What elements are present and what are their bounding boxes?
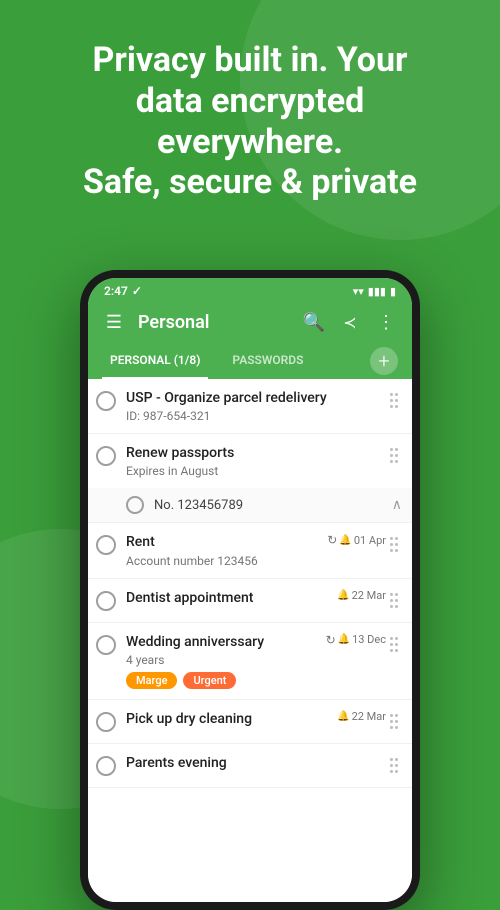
- item-body: USP - Organize parcel redelivery ID: 987…: [126, 389, 386, 423]
- tag-marge[interactable]: Marge: [126, 672, 177, 689]
- signal-icon: ▮▮▮: [368, 285, 386, 298]
- item-right: ↻ 🔔 01 Apr: [316, 533, 386, 547]
- search-icon[interactable]: 🔍: [302, 312, 326, 333]
- item-checkbox[interactable]: [96, 712, 116, 732]
- status-bar: 2:47 ✓ ▾▾ ▮▮▮ ▮: [88, 278, 412, 302]
- item-title: Dentist appointment: [126, 589, 316, 607]
- item-checkbox[interactable]: [96, 591, 116, 611]
- tag-row: Marge Urgent: [126, 672, 316, 689]
- bell-icon: 🔔: [337, 711, 349, 722]
- item-right: 🔔 22 Mar: [316, 589, 386, 602]
- battery-icon: ▮: [390, 285, 396, 298]
- bell-icon: 🔔: [338, 634, 350, 645]
- list-item[interactable]: Parents evening: [88, 744, 412, 788]
- item-subtitle: Expires in August: [126, 464, 386, 478]
- tab-personal[interactable]: PERSONAL (1/8): [102, 343, 208, 379]
- bell-icon: 🔔: [339, 535, 351, 546]
- header-line3: everywhere.: [157, 122, 343, 162]
- list-item[interactable]: Renew passports Expires in August: [88, 434, 412, 488]
- item-right: 🔔 22 Mar: [316, 710, 386, 723]
- drag-handle[interactable]: [386, 389, 402, 412]
- item-body: Renew passports Expires in August: [126, 444, 386, 478]
- list-item[interactable]: Rent Account number 123456 ↻ 🔔 01 Apr: [88, 523, 412, 578]
- sub-item-checkbox[interactable]: [126, 496, 144, 514]
- item-title: Parents evening: [126, 754, 386, 772]
- drag-handle[interactable]: [386, 754, 402, 777]
- header-section: Privacy built in. Your data encrypted ev…: [0, 0, 500, 223]
- add-list-button[interactable]: +: [370, 347, 398, 375]
- item-title: Pick up dry cleaning: [126, 710, 316, 728]
- drag-handle[interactable]: [386, 444, 402, 467]
- task-list: USP - Organize parcel redelivery ID: 987…: [88, 379, 412, 902]
- list-item[interactable]: Wedding anniverssary 4 years Marge Urgen…: [88, 623, 412, 700]
- sub-item-text: No. 123456789: [154, 498, 243, 513]
- list-item[interactable]: USP - Organize parcel redelivery ID: 987…: [88, 379, 412, 434]
- share-icon[interactable]: ≺: [338, 313, 362, 332]
- item-body: Dentist appointment: [126, 589, 316, 607]
- tabs-bar: PERSONAL (1/8) PASSWORDS +: [88, 343, 412, 379]
- sub-list-item[interactable]: No. 123456789 ∧: [88, 488, 412, 523]
- drag-handle[interactable]: [386, 633, 402, 656]
- item-body: Parents evening: [126, 754, 386, 772]
- phone-screen: 2:47 ✓ ▾▾ ▮▮▮ ▮ ☰ Personal 🔍 ≺ ⋮: [88, 278, 412, 902]
- drag-handle[interactable]: [386, 589, 402, 612]
- item-body: Pick up dry cleaning: [126, 710, 316, 728]
- item-checkbox[interactable]: [96, 535, 116, 555]
- repeat-icon: ↻: [326, 633, 336, 647]
- item-checkbox[interactable]: [96, 756, 116, 776]
- status-time: 2:47 ✓: [104, 284, 142, 298]
- list-item[interactable]: Pick up dry cleaning 🔔 22 Mar: [88, 700, 412, 744]
- item-title: Rent: [126, 533, 316, 551]
- more-icon[interactable]: ⋮: [374, 312, 398, 333]
- status-icons: ▾▾ ▮▮▮ ▮: [353, 285, 396, 298]
- collapse-icon[interactable]: ∧: [392, 497, 402, 513]
- phone-mockup: 2:47 ✓ ▾▾ ▮▮▮ ▮ ☰ Personal 🔍 ≺ ⋮: [80, 270, 420, 910]
- repeat-icon: ↻: [327, 533, 337, 547]
- item-checkbox[interactable]: [96, 391, 116, 411]
- phone-frame: 2:47 ✓ ▾▾ ▮▮▮ ▮ ☰ Personal 🔍 ≺ ⋮: [80, 270, 420, 910]
- tag-urgent[interactable]: Urgent: [183, 672, 236, 689]
- item-checkbox[interactable]: [96, 635, 116, 655]
- item-body: Rent Account number 123456: [126, 533, 316, 567]
- item-right: ↻ 🔔 13 Dec: [316, 633, 386, 647]
- item-subtitle: Account number 123456: [126, 554, 316, 568]
- item-subtitle: 4 years: [126, 653, 316, 667]
- tab-passwords[interactable]: PASSWORDS: [224, 343, 311, 379]
- header-line4: Safe, secure & private: [83, 162, 417, 202]
- toolbar-title: Personal: [138, 312, 290, 333]
- menu-icon[interactable]: ☰: [102, 312, 126, 333]
- status-check-icon: ✓: [132, 284, 142, 298]
- item-date: 🔔 22 Mar: [337, 589, 386, 602]
- drag-handle[interactable]: [386, 710, 402, 733]
- app-toolbar: ☰ Personal 🔍 ≺ ⋮: [88, 302, 412, 343]
- item-title: Renew passports: [126, 444, 386, 462]
- header-line2: data encrypted: [136, 81, 365, 121]
- bell-icon: 🔔: [337, 590, 349, 601]
- header-line1: Privacy built in. Your: [93, 40, 408, 80]
- item-date: ↻ 🔔 01 Apr: [327, 533, 386, 547]
- item-date: 🔔 22 Mar: [337, 710, 386, 723]
- wifi-icon: ▾▾: [353, 285, 364, 298]
- list-item[interactable]: Dentist appointment 🔔 22 Mar: [88, 579, 412, 623]
- drag-handle[interactable]: [386, 533, 402, 556]
- item-subtitle: ID: 987-654-321: [126, 409, 386, 423]
- item-body: Wedding anniverssary 4 years Marge Urgen…: [126, 633, 316, 689]
- item-checkbox[interactable]: [96, 446, 116, 466]
- item-title: Wedding anniverssary: [126, 633, 316, 651]
- item-title: USP - Organize parcel redelivery: [126, 389, 386, 407]
- item-date: ↻ 🔔 13 Dec: [326, 633, 386, 647]
